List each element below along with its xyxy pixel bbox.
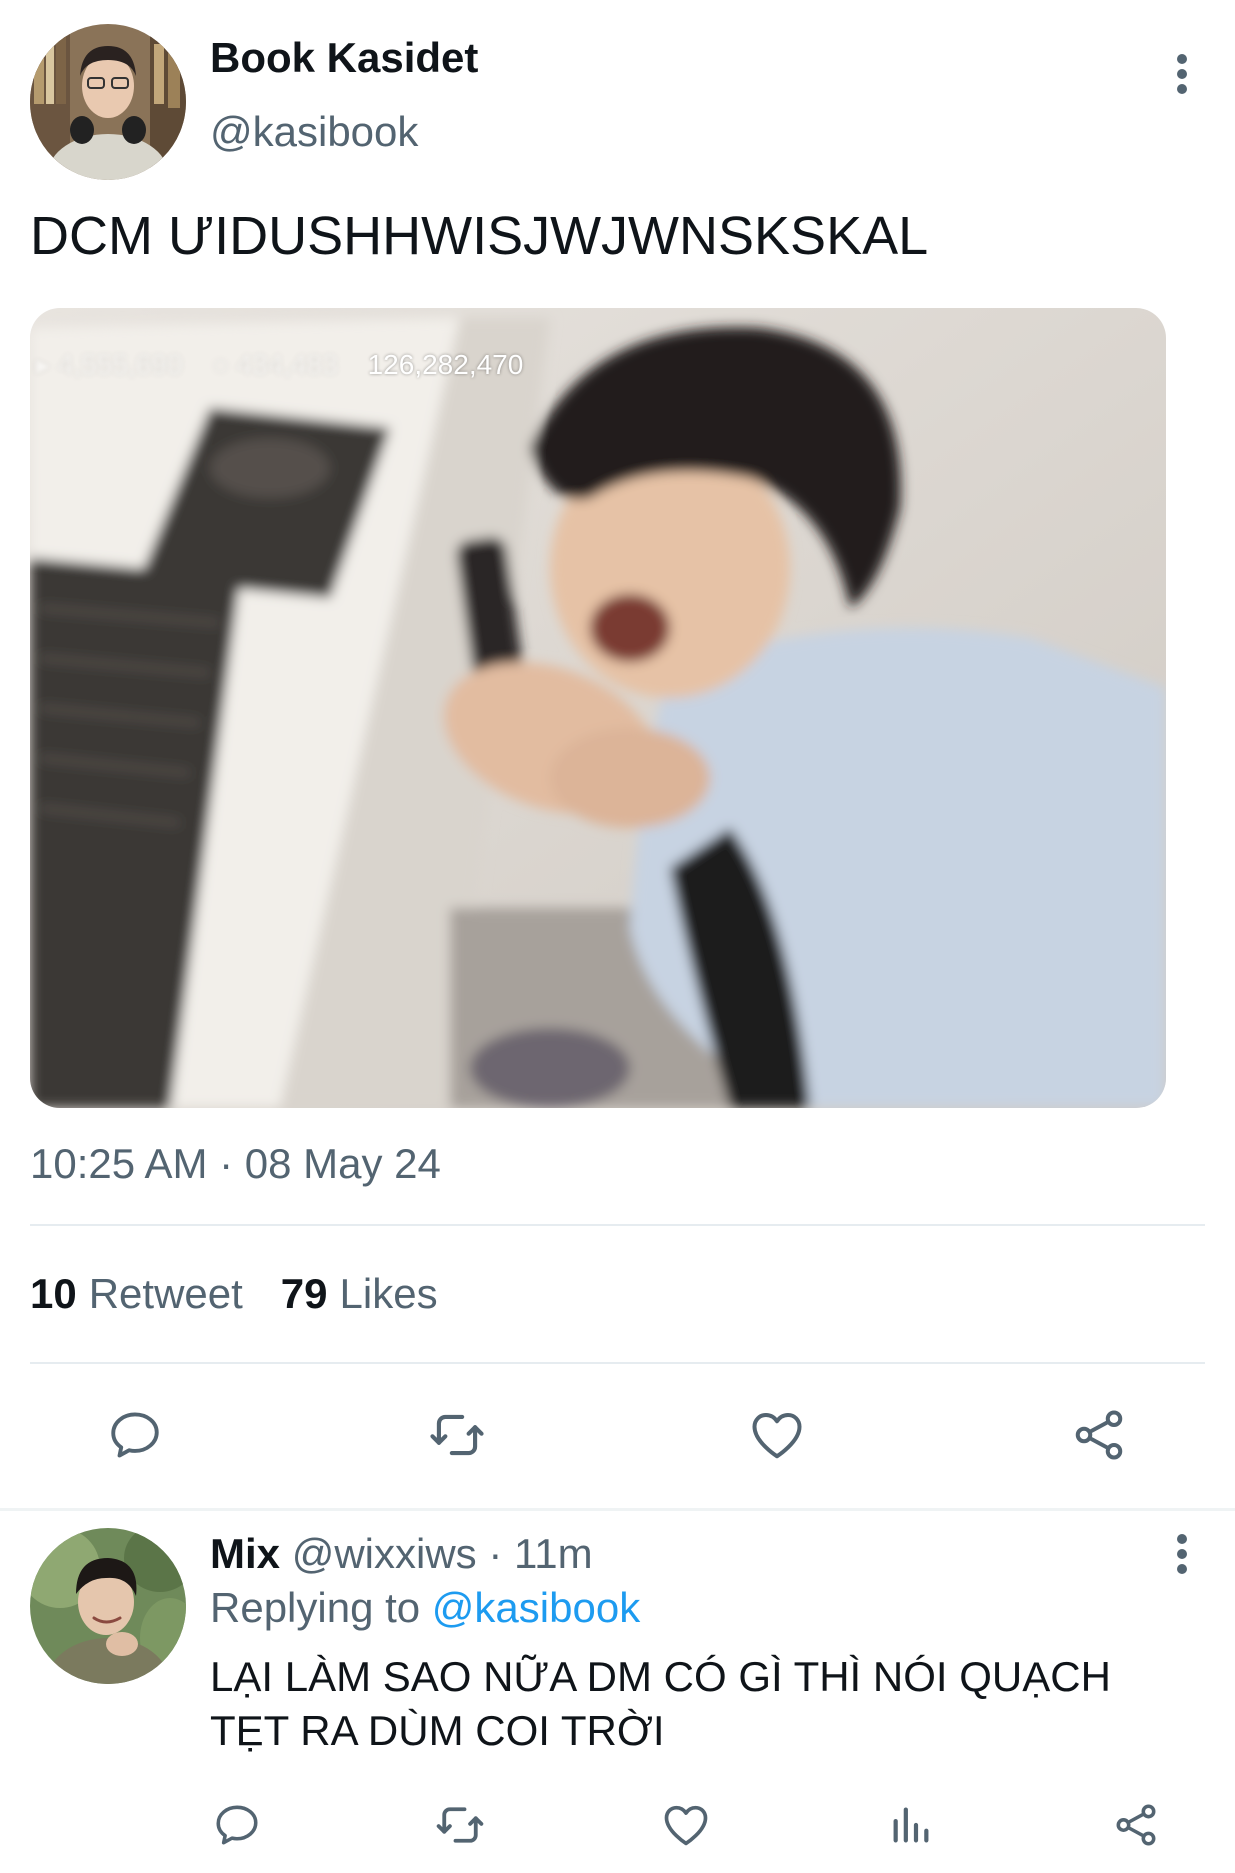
replying-to-prefix: Replying to xyxy=(210,1584,421,1631)
share-icon xyxy=(1075,1410,1123,1460)
share-button[interactable] xyxy=(1064,1400,1134,1470)
main-tweet: Book Kasidet @kasibook DCM ƯIDUSHHWISJWJ… xyxy=(0,0,1235,1508)
likes-count: 79 xyxy=(280,1270,328,1317)
reply-action-bar xyxy=(0,1790,1235,1860)
like-button[interactable] xyxy=(742,1400,812,1470)
retweet-stat[interactable]: 10 Retweet xyxy=(30,1270,243,1318)
tweet-text: DCM ƯIDUSHHWISJWJWNSKSKAL xyxy=(30,206,929,266)
reply-author-avatar[interactable] xyxy=(30,1528,186,1684)
retweet-icon xyxy=(430,1414,484,1456)
likes-label: Likes xyxy=(339,1270,438,1317)
author-name[interactable]: Book Kasidet xyxy=(210,34,478,82)
reply-tweet[interactable]: Mix @wixxiws · 11m Replying to @kasibook… xyxy=(0,1512,1235,1873)
replying-to-line: Replying to @kasibook xyxy=(210,1584,640,1632)
retweet-label: Retweet xyxy=(88,1270,243,1317)
author-handle[interactable]: @kasibook xyxy=(210,108,418,156)
author-avatar[interactable] xyxy=(30,24,186,180)
reply-header: Mix @wixxiws · 11m xyxy=(210,1530,593,1578)
divider-bottom xyxy=(30,1362,1205,1364)
reply-meta: @wixxiws · 11m xyxy=(291,1530,593,1577)
more-vertical-icon xyxy=(1177,1534,1187,1574)
media-view-counter: ▸ 4,555,690 ◌ 434,483 126,282,470 xyxy=(36,349,524,380)
tweet-action-bar xyxy=(0,1400,1235,1470)
media-counter-value: 126,282,470 xyxy=(367,349,524,380)
heart-icon xyxy=(752,1413,802,1459)
tweet-timestamp[interactable]: 10:25 AM · 08 May 24 xyxy=(30,1140,441,1188)
replying-to-handle-link[interactable]: @kasibook xyxy=(432,1584,640,1631)
reply-analytics-button[interactable] xyxy=(876,1790,946,1860)
heart-icon xyxy=(664,1805,708,1846)
reply-share-button[interactable] xyxy=(1101,1790,1171,1860)
engagement-stats: 10 Retweet 79 Likes xyxy=(30,1270,438,1318)
tweet-media-image[interactable]: ▸ 4,555,690 ◌ 434,483 126,282,470 xyxy=(30,308,1166,1108)
likes-stat[interactable]: 79 Likes xyxy=(281,1270,438,1318)
more-options-button[interactable] xyxy=(1162,44,1202,104)
analytics-icon xyxy=(893,1807,929,1843)
reply-icon xyxy=(111,1412,159,1458)
reply-like-button[interactable] xyxy=(651,1790,721,1860)
retweet-icon xyxy=(436,1807,484,1843)
reply-icon xyxy=(216,1805,258,1845)
reply-author-name[interactable]: Mix xyxy=(210,1530,280,1577)
reply-more-options-button[interactable] xyxy=(1162,1524,1202,1584)
retweet-button[interactable] xyxy=(422,1400,492,1470)
share-icon xyxy=(1116,1804,1156,1846)
divider-top xyxy=(30,1224,1205,1226)
reply-reply-button[interactable] xyxy=(202,1790,272,1860)
reply-retweet-button[interactable] xyxy=(425,1790,495,1860)
reply-button[interactable] xyxy=(100,1400,170,1470)
more-vertical-icon xyxy=(1177,54,1187,94)
section-separator xyxy=(0,1508,1235,1511)
reply-text: LẠI LÀM SAO NỮA DM CÓ GÌ THÌ NÓI QUẠCH T… xyxy=(210,1653,1111,1754)
retweet-count: 10 xyxy=(30,1270,77,1317)
